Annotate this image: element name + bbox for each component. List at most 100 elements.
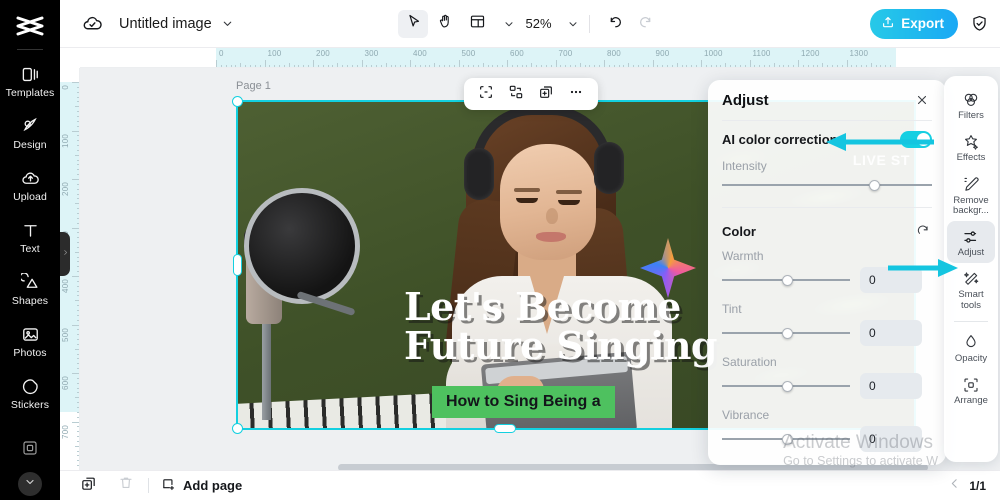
ruler-tick bbox=[75, 154, 79, 156]
tint-slider-knob[interactable] bbox=[782, 327, 794, 339]
ai-color-correction-toggle[interactable] bbox=[900, 131, 932, 148]
tint-label: Tint bbox=[722, 302, 742, 316]
right-sidebar: Filters Effects Remove backgr... Adjust … bbox=[944, 76, 998, 462]
right-item-effects[interactable]: Effects bbox=[947, 126, 995, 168]
ruler-tick bbox=[77, 363, 79, 365]
ruler-tick bbox=[72, 324, 79, 326]
sidebar-item-upload[interactable]: Upload bbox=[0, 160, 60, 212]
more-options-button[interactable] bbox=[562, 81, 590, 107]
ruler-label: 100 bbox=[267, 49, 282, 58]
chevron-left-icon[interactable] bbox=[948, 477, 961, 495]
layout-grid-icon bbox=[469, 13, 486, 35]
ruler-tick bbox=[77, 159, 79, 161]
ruler-tick bbox=[875, 65, 877, 67]
sidebar-item-design[interactable]: Design bbox=[0, 108, 60, 160]
sidebar-item-frames[interactable] bbox=[0, 439, 60, 462]
vibrance-slider[interactable] bbox=[722, 431, 850, 447]
tint-value-input[interactable]: 0 bbox=[860, 320, 922, 346]
ruler-tick bbox=[77, 382, 79, 384]
ruler-tick bbox=[783, 65, 785, 67]
ruler-tick bbox=[468, 65, 470, 67]
close-icon[interactable] bbox=[912, 90, 932, 110]
ruler-label: 700 bbox=[61, 424, 70, 439]
right-item-arrange[interactable]: Arrange bbox=[947, 369, 995, 411]
chevron-down-icon[interactable] bbox=[503, 18, 515, 30]
right-item-smart-tools[interactable]: Smart tools bbox=[947, 263, 995, 316]
ruler-tick bbox=[696, 65, 698, 67]
sidebar-collapse-handle[interactable] bbox=[60, 232, 70, 276]
redo-button[interactable] bbox=[632, 10, 662, 38]
saturation-value-input[interactable]: 0 bbox=[860, 373, 922, 399]
ruler-tick bbox=[405, 65, 407, 67]
sidebar-item-label: Shapes bbox=[11, 295, 49, 308]
sidebar-item-templates[interactable]: Templates bbox=[0, 56, 60, 108]
zoom-level-value[interactable]: 52% bbox=[517, 16, 555, 31]
hand-tool-button[interactable] bbox=[430, 10, 460, 38]
bottom-bar: Add page 1/1 bbox=[60, 470, 1000, 500]
ruler-tick bbox=[77, 460, 79, 462]
ruler-tick bbox=[725, 63, 727, 67]
ruler-tick bbox=[77, 237, 79, 239]
capcut-logo-icon[interactable] bbox=[12, 12, 48, 40]
ruler-label: 1200 bbox=[801, 49, 820, 58]
right-item-filters[interactable]: Filters bbox=[947, 84, 995, 126]
warmth-value-input[interactable]: 0 bbox=[860, 267, 922, 293]
sidebar-expand-button[interactable] bbox=[18, 472, 42, 496]
sidebar-item-text[interactable]: Text bbox=[0, 212, 60, 264]
ruler-tick bbox=[880, 65, 882, 67]
ruler-tick bbox=[400, 65, 402, 67]
ruler-tick bbox=[77, 387, 79, 389]
reset-icon[interactable] bbox=[914, 222, 932, 240]
warmth-slider-knob[interactable] bbox=[782, 274, 794, 286]
ruler-tick bbox=[77, 411, 79, 413]
sidebar-item-shapes[interactable]: Shapes bbox=[0, 264, 60, 316]
export-button[interactable]: Export bbox=[870, 8, 958, 39]
vibrance-slider-knob[interactable] bbox=[782, 433, 794, 445]
photo-icon bbox=[21, 324, 40, 345]
ruler-tick bbox=[395, 65, 397, 67]
chevron-down-icon[interactable] bbox=[567, 18, 579, 30]
photo-brow-right bbox=[556, 190, 582, 194]
ruler-tick bbox=[870, 63, 872, 67]
horizontal-ruler[interactable]: 0 100 200 300 400 500 600 700 800 900 1000 1100 1200… bbox=[60, 48, 1000, 68]
add-page-button[interactable]: Add page bbox=[161, 477, 242, 495]
right-item-adjust[interactable]: Adjust bbox=[947, 221, 995, 264]
layout-tool-button[interactable] bbox=[462, 10, 492, 38]
tint-slider[interactable] bbox=[722, 325, 850, 341]
sidebar-item-stickers[interactable]: Stickers bbox=[0, 368, 60, 420]
replace-media-button[interactable] bbox=[502, 81, 530, 107]
page-navigation: 1/1 bbox=[948, 477, 1000, 495]
vibrance-value-input[interactable]: 0 bbox=[860, 426, 922, 452]
upload-cloud-icon bbox=[21, 168, 40, 189]
warmth-slider[interactable] bbox=[722, 272, 850, 288]
shield-check-icon[interactable] bbox=[966, 11, 992, 37]
sidebar-item-photos[interactable]: Photos bbox=[0, 316, 60, 368]
intensity-slider-knob[interactable] bbox=[869, 179, 880, 191]
ruler-tick bbox=[793, 65, 795, 67]
ruler-tick bbox=[686, 65, 688, 67]
ruler-tick bbox=[77, 261, 79, 263]
ruler-tick bbox=[77, 164, 79, 166]
select-tool-button[interactable] bbox=[398, 9, 429, 38]
delete-page-button[interactable] bbox=[112, 474, 140, 498]
saturation-slider[interactable] bbox=[722, 378, 850, 394]
ruler-tick bbox=[487, 65, 489, 67]
ruler-tick bbox=[749, 60, 751, 67]
ruler-tick bbox=[77, 295, 79, 297]
ruler-tick bbox=[482, 63, 484, 67]
crop-button[interactable] bbox=[472, 81, 500, 107]
duplicate-button[interactable] bbox=[532, 81, 560, 107]
ruler-tick bbox=[77, 416, 79, 418]
saturation-slider-knob[interactable] bbox=[782, 380, 794, 392]
right-item-remove-background[interactable]: Remove backgr... bbox=[947, 169, 995, 222]
duplicate-page-button[interactable] bbox=[74, 474, 102, 498]
ruler-tick bbox=[822, 63, 824, 67]
intensity-slider[interactable] bbox=[722, 177, 932, 193]
right-item-opacity[interactable]: Opacity bbox=[947, 327, 995, 369]
cursor-arrow-icon bbox=[405, 13, 422, 35]
undo-button[interactable] bbox=[600, 10, 630, 38]
ruler-tick bbox=[453, 65, 455, 67]
right-item-label: Filters bbox=[958, 110, 984, 121]
design-icon bbox=[21, 116, 40, 137]
ruler-tick bbox=[885, 65, 887, 67]
